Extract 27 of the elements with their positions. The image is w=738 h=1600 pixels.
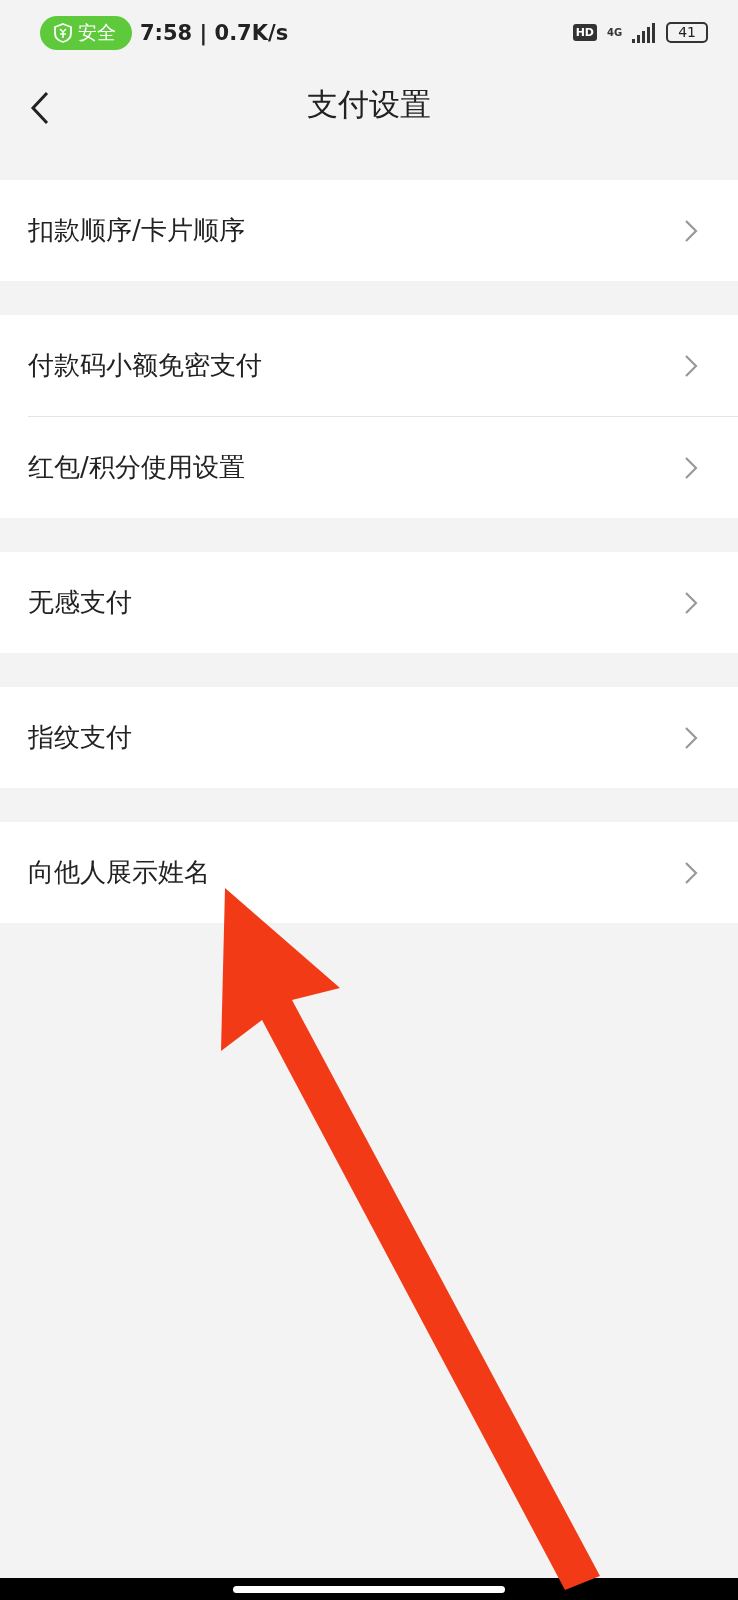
chevron-icon bbox=[684, 218, 698, 243]
row-label: 指纹支付 bbox=[28, 721, 132, 754]
network-type: 4G bbox=[607, 27, 623, 38]
hd-indicator: HD bbox=[572, 24, 597, 41]
settings-row[interactable]: 指纹支付 bbox=[28, 687, 738, 788]
settings-row[interactable]: 向他人展示姓名 bbox=[28, 822, 738, 923]
settings-row[interactable]: 扣款顺序/卡片顺序 bbox=[28, 180, 738, 281]
shield-icon bbox=[54, 22, 72, 43]
chevron-icon bbox=[684, 860, 698, 885]
status-time: 7:58 | 0.7K/s bbox=[140, 20, 289, 45]
signal-icon bbox=[632, 22, 657, 43]
settings-row[interactable]: 无感支付 bbox=[28, 552, 738, 653]
page-title: 支付设置 bbox=[307, 85, 431, 124]
row-label: 红包/积分使用设置 bbox=[28, 451, 245, 484]
chevron-icon bbox=[684, 455, 698, 480]
settings-row[interactable]: 红包/积分使用设置 bbox=[28, 416, 738, 518]
battery-indicator: 41 bbox=[666, 22, 708, 43]
row-label: 扣款顺序/卡片顺序 bbox=[28, 214, 245, 247]
chevron-icon bbox=[684, 725, 698, 750]
chevron-icon bbox=[684, 590, 698, 615]
security-badge: 安全 bbox=[40, 15, 132, 50]
row-label: 无感支付 bbox=[28, 586, 132, 619]
home-indicator[interactable] bbox=[233, 1585, 505, 1593]
row-label: 付款码小额免密支付 bbox=[28, 349, 262, 382]
row-label: 向他人展示姓名 bbox=[28, 856, 210, 889]
settings-row[interactable]: 付款码小额免密支付 bbox=[28, 315, 738, 416]
chevron-icon bbox=[684, 353, 698, 378]
